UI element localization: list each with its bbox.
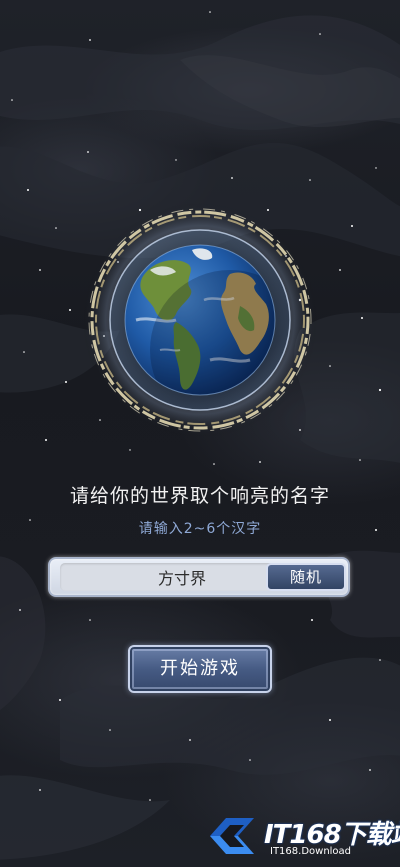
start-game-button[interactable]: 开始游戏	[128, 645, 272, 693]
it168-logo-icon	[210, 818, 254, 854]
watermark-subtext: IT168.Download	[270, 846, 352, 857]
earth-planet-icon	[80, 200, 320, 440]
random-name-button[interactable]: 随机	[266, 563, 346, 591]
prompt-hint: 请输入2~6个汉字	[138, 521, 262, 537]
prompt-title: 请给你的世界取个响亮的名字	[69, 485, 330, 507]
site-watermark: IT168下载站 IT168.Download	[200, 810, 400, 862]
game-screen: 请给你的世界取个响亮的名字 请输入2~6个汉字 随机 开始游戏 IT168下载站…	[0, 0, 400, 867]
world-name-box: 随机	[48, 557, 350, 597]
